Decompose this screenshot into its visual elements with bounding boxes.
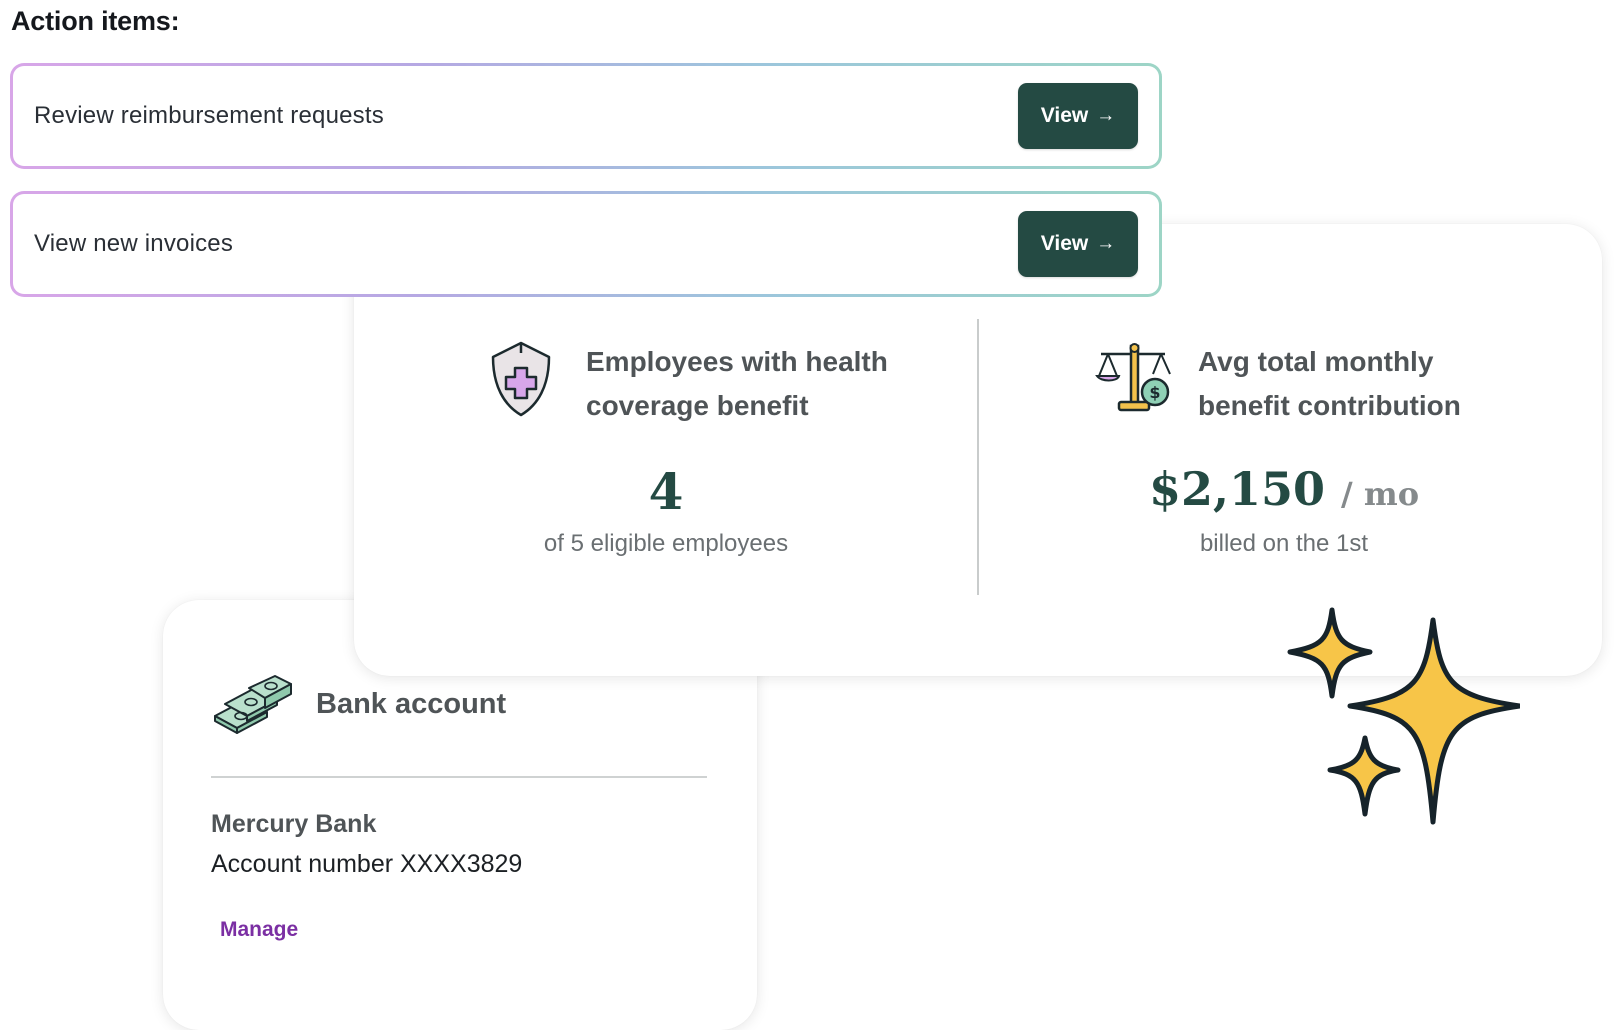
view-reimbursements-button[interactable]: View → [1018, 83, 1138, 149]
arrow-right-icon: → [1096, 105, 1116, 126]
health-coverage-sub: of 5 eligible employees [543, 530, 789, 557]
bank-name: Mercury Bank [211, 810, 377, 838]
arrow-right-icon: → [1096, 233, 1116, 254]
contribution-amount: $2,150 [1148, 462, 1325, 516]
contribution-unit: / mo [1341, 475, 1420, 513]
contribution-title: Avg total monthly benefit contribution [1198, 340, 1461, 428]
bank-account-title: Bank account [316, 688, 507, 720]
bank-divider [211, 776, 707, 778]
health-coverage-value: 4 [648, 462, 684, 521]
action-item-label: View new invoices [34, 230, 234, 257]
contribution-title-line1: Avg total monthly [1198, 346, 1434, 377]
account-number: Account number XXXX3829 [211, 850, 523, 878]
view-button-label: View [1040, 232, 1089, 255]
scales-icon: $ [1095, 342, 1175, 419]
svg-text:$: $ [1149, 383, 1160, 402]
stat-divider [977, 319, 979, 595]
sparkles-icon [1280, 600, 1523, 855]
action-items-heading: Action items: [11, 6, 180, 36]
shield-plus-icon [488, 340, 554, 423]
health-title-line2: coverage benefit [586, 390, 809, 421]
money-stack-icon [211, 672, 293, 741]
action-item-invoices: View new invoices View → [10, 191, 1162, 297]
action-item-reimbursements: Review reimbursement requests View → [10, 63, 1162, 169]
action-item-label: Review reimbursement requests [34, 102, 384, 129]
contribution-title-line2: benefit contribution [1198, 390, 1461, 421]
contribution-value: $2,150 / mo [1084, 462, 1484, 516]
manage-bank-link[interactable]: Manage [220, 918, 298, 942]
view-button-label: View [1040, 104, 1089, 127]
health-coverage-title: Employees with health coverage benefit [586, 340, 888, 428]
view-invoices-button[interactable]: View → [1018, 211, 1138, 277]
health-title-line1: Employees with health [586, 346, 888, 377]
contribution-sub: billed on the 1st [1199, 530, 1369, 557]
